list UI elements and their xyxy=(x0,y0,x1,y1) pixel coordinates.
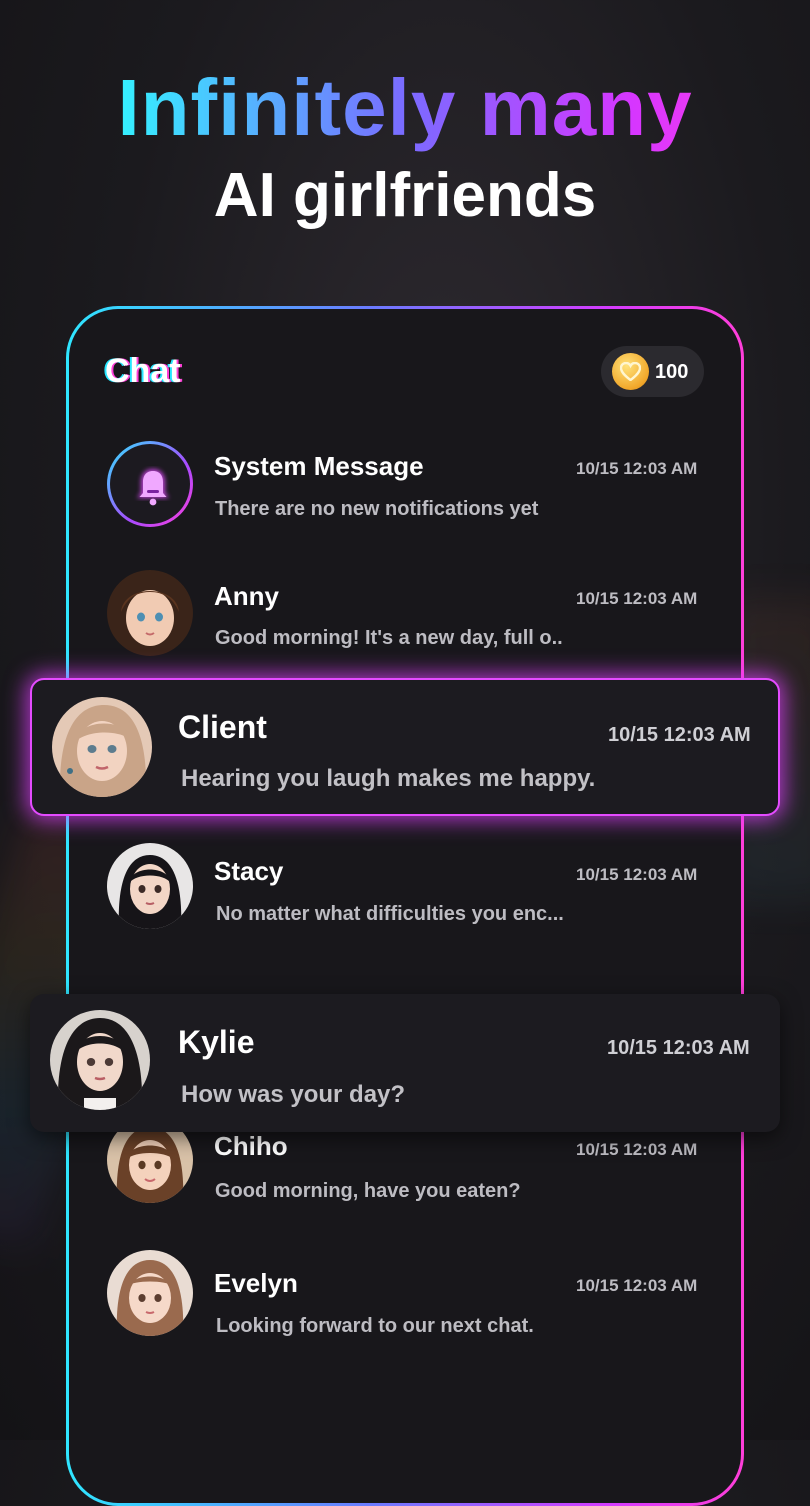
conversation-preview: How was your day? xyxy=(181,1081,406,1108)
conversation-name: Client xyxy=(178,709,267,745)
conversation-preview: No matter what difficulties you enc... xyxy=(216,903,564,925)
headline-line1: Infinitely many xyxy=(0,62,810,154)
avatar-kylie xyxy=(50,1010,150,1110)
list-item-kylie-floating[interactable]: Kylie 10/15 12:03 AM How was your day? xyxy=(30,994,780,1132)
conversation-preview: There are no new notifications yet xyxy=(215,498,539,520)
conversation-name: Stacy xyxy=(214,856,284,886)
conversation-time: 10/15 12:03 AM xyxy=(576,865,698,884)
conversation-preview: Good morning! It's a new day, full o.. xyxy=(215,627,563,649)
conversation-name: Anny xyxy=(214,581,279,611)
conversation-time: 10/15 12:03 AM xyxy=(576,1140,698,1159)
avatar-client xyxy=(52,697,152,797)
conversation-name: Kylie xyxy=(178,1024,255,1060)
page-title: Chat xyxy=(105,352,181,390)
conversation-name: System Message xyxy=(214,451,424,481)
system-avatar xyxy=(107,441,193,527)
conversation-preview: Looking forward to our next chat. xyxy=(216,1315,534,1337)
conversation-time: 10/15 12:03 AM xyxy=(576,459,698,478)
conversation-time: 10/15 12:03 AM xyxy=(576,589,698,608)
conversation-name: Evelyn xyxy=(214,1268,298,1298)
conversation-preview: Hearing you laugh makes me happy. xyxy=(181,765,596,792)
avatar-stacy xyxy=(107,843,193,929)
avatar-anny xyxy=(107,570,193,656)
conversation-time: 10/15 12:03 AM xyxy=(608,724,751,746)
coin-count: 100 xyxy=(655,361,689,383)
conversation-time: 10/15 12:03 AM xyxy=(576,1276,698,1295)
bell-icon xyxy=(137,469,169,506)
avatar-evelyn xyxy=(107,1250,193,1336)
coin-heart-icon xyxy=(612,353,649,390)
conversation-time: 10/15 12:03 AM xyxy=(607,1037,750,1059)
headline-line2: AI girlfriends xyxy=(213,161,597,230)
conversation-name: Chiho xyxy=(214,1131,288,1161)
conversation-preview: Good morning, have you eaten? xyxy=(215,1180,521,1202)
list-item-client-highlighted[interactable]: Client 10/15 12:03 AM Hearing you laugh … xyxy=(30,678,780,816)
